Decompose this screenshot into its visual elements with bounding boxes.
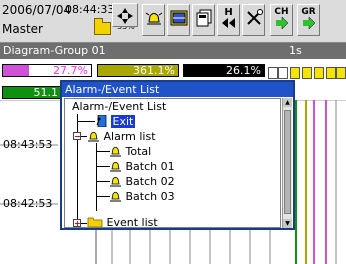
- history-button[interactable]: H: [217, 4, 240, 36]
- tree-item-label: Batch 01: [125, 160, 175, 173]
- dialog-title: Alarm-/Event List: [62, 82, 293, 97]
- alarm-bell-icon: [110, 161, 121, 172]
- tree-item-alarm-list[interactable]: Alarm list: [87, 130, 156, 143]
- expand-toggle[interactable]: +: [73, 219, 81, 227]
- channel-switch-icon: [275, 17, 288, 29]
- tree-item-label: Batch 03: [125, 190, 175, 203]
- memory-folder-icon: [94, 18, 111, 35]
- tree-item-total[interactable]: Total: [109, 145, 151, 158]
- tree-item-label: Exit: [110, 115, 136, 128]
- recorder-screen: 2006/07/04 08:44:33 Master 33%: [0, 0, 346, 264]
- group-button[interactable]: GR: [297, 4, 320, 36]
- group-switch-icon: [302, 17, 315, 29]
- folder-icon: [87, 217, 103, 227]
- group-name: Diagram-Group 01: [3, 44, 106, 57]
- scroll-down-icon[interactable]: ▼: [283, 219, 292, 228]
- channel-marker: [302, 67, 312, 79]
- timestamp-label: 08:42:53: [3, 197, 53, 210]
- windows-button[interactable]: [192, 4, 215, 36]
- navigation-button[interactable]: [112, 3, 138, 27]
- scroll-thumb[interactable]: [284, 110, 291, 214]
- dialog-tree: Alarm-/Event List Exit − Alarm list Tota…: [64, 98, 281, 228]
- tree-item-label: Alarm list: [103, 130, 156, 143]
- group-title-bar: Diagram-Group 01 1s: [0, 43, 346, 59]
- group-button-label: GR: [301, 7, 316, 17]
- channel-marker: [314, 67, 324, 79]
- tools-button[interactable]: [242, 4, 265, 36]
- user-mode: Master: [2, 22, 43, 36]
- channel-3-value: 26.1%: [183, 64, 265, 77]
- channel-2-value: 361.1%: [97, 64, 179, 77]
- exit-door-icon: [96, 114, 107, 128]
- tree-item-label: Batch 02: [125, 175, 175, 188]
- channel-1-value: 27.7%: [2, 64, 92, 77]
- status-header: 2006/07/04 08:44:33 Master 33%: [0, 0, 346, 43]
- tree-item-batch-02[interactable]: Batch 02: [109, 175, 175, 188]
- tree-item-batch-01[interactable]: Batch 01: [109, 160, 175, 173]
- channel-marker: [278, 67, 288, 79]
- channel-marker: [290, 67, 300, 79]
- display-panel-icon: [170, 10, 187, 26]
- channel-marker: [326, 67, 336, 79]
- alarm-bell-icon: [88, 131, 99, 142]
- time-display: 08:44:33: [65, 3, 115, 16]
- dialog-scrollbar[interactable]: ▲ ▼: [282, 98, 292, 228]
- alarm-event-dialog: Alarm-/Event List Alarm-/Event List Exit: [60, 80, 295, 230]
- timestamp-label: 08:43:53: [3, 138, 53, 151]
- channel-marker: [268, 67, 278, 79]
- history-button-label: H: [224, 7, 233, 18]
- display-button[interactable]: [167, 4, 190, 36]
- tree-item-label: Total: [125, 145, 152, 158]
- channel-marker: [336, 67, 346, 79]
- alarm-bell-icon: [110, 191, 121, 202]
- history-icon: [221, 18, 235, 28]
- channel-button-label: CH: [274, 7, 289, 17]
- tree-item-exit[interactable]: Exit: [95, 114, 136, 128]
- alarm-button[interactable]: [142, 4, 165, 36]
- tree-item-label: Event list: [106, 216, 158, 228]
- tree-item-batch-03[interactable]: Batch 03: [109, 190, 175, 203]
- channel-button[interactable]: CH: [270, 4, 293, 36]
- tools-icon: [246, 9, 263, 25]
- navigation-icon: [117, 8, 133, 24]
- tree-item-event-list[interactable]: Event list: [87, 216, 158, 228]
- scroll-up-icon[interactable]: ▲: [283, 98, 292, 107]
- alarm-bell-icon: [110, 146, 121, 157]
- channel-4-value: 51.1: [2, 86, 62, 99]
- alarm-bell-icon: [145, 12, 162, 25]
- tree-root-label: Alarm-/Event List: [72, 100, 167, 113]
- window-stack-icon: [196, 9, 211, 27]
- alarm-bell-icon: [110, 176, 121, 187]
- collapse-toggle[interactable]: −: [73, 132, 81, 141]
- time-scale: 1s: [289, 44, 302, 57]
- date-display: 2006/07/04: [2, 3, 72, 17]
